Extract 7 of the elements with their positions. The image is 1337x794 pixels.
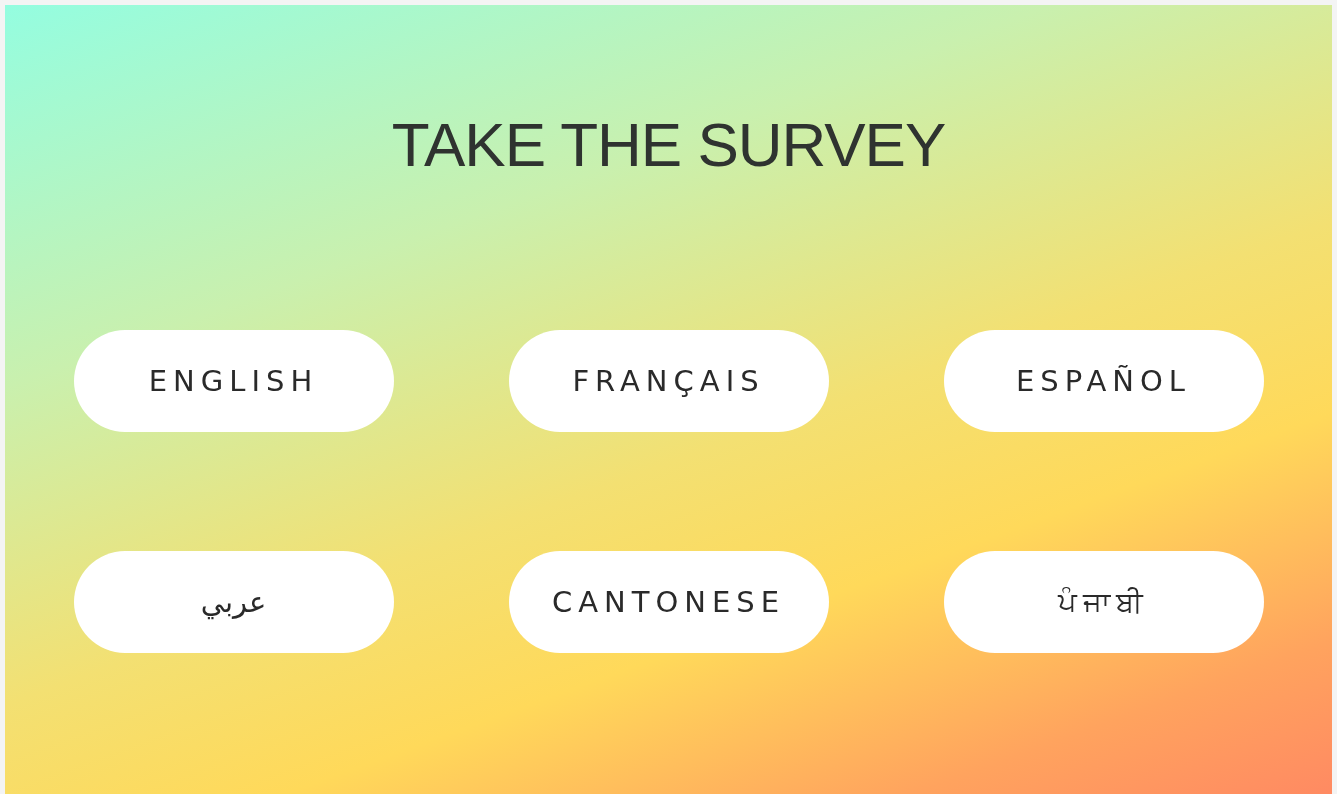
language-button[interactable]: FRANÇAIS xyxy=(508,330,829,432)
language-button[interactable]: عربي xyxy=(73,551,394,653)
language-button[interactable]: ESPAÑOL xyxy=(943,330,1264,432)
language-button[interactable]: CANTONESE xyxy=(508,551,829,653)
survey-title: TAKE THE SURVEY xyxy=(391,109,946,180)
language-button[interactable]: ENGLISH xyxy=(73,330,394,432)
language-button[interactable]: ਪੰਜਾਬੀ xyxy=(943,551,1264,653)
